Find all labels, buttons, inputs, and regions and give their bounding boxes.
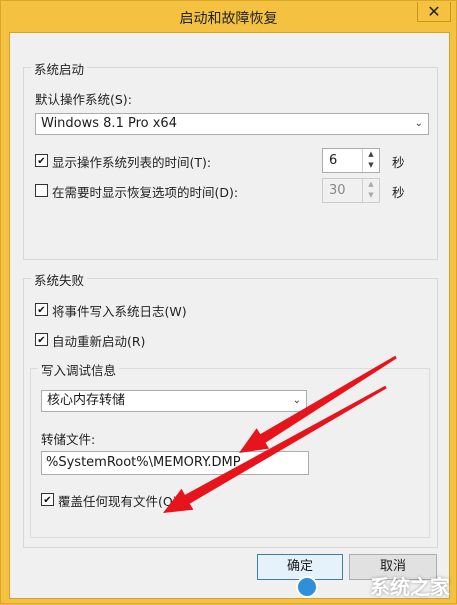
stepper-arrows-icon[interactable]: ▲ ▼	[362, 179, 379, 202]
show-recovery-seconds-value: 30	[329, 183, 346, 198]
debug-info-legend: 写入调试信息	[38, 360, 120, 379]
show-os-list-seconds-stepper[interactable]: 6 ▲ ▼	[322, 148, 380, 173]
watermark-logo-icon	[296, 576, 318, 598]
auto-restart-label: 自动重新启动(R)	[52, 334, 146, 349]
dialog-client-area: 系统启动 默认操作系统(S): Windows 8.1 Pro x64 ⌄ 显示…	[9, 32, 450, 599]
chevron-down-icon: ⌄	[292, 395, 301, 406]
show-os-list-unit: 秒	[392, 155, 405, 170]
title-bar[interactable]: 启动和故障恢复 ✕	[1, 1, 456, 32]
debug-info-group: 写入调试信息 核心内存转储 ⌄ 转储文件: %SystemRoot%\MEMOR…	[30, 360, 430, 538]
dialog-window: 启动和故障恢复 ✕ 系统启动 默认操作系统(S): Windows 8.1 Pr…	[0, 0, 457, 604]
dump-file-input[interactable]: %SystemRoot%\MEMORY.DMP	[41, 451, 309, 475]
show-recovery-checkbox[interactable]	[35, 184, 48, 197]
default-os-select[interactable]: Windows 8.1 Pro x64 ⌄	[35, 113, 429, 135]
system-failure-group: 系统失败 将事件写入系统日志(W) 自动重新启动(R) 写入调试信息 核心内存转…	[23, 270, 438, 548]
show-os-list-label: 显示操作系统列表的时间(T):	[52, 155, 212, 170]
dump-file-label: 转储文件:	[41, 432, 96, 447]
stepper-arrows-icon[interactable]: ▲ ▼	[362, 149, 379, 172]
default-os-value: Windows 8.1 Pro x64	[41, 116, 177, 131]
system-startup-legend: 系统启动	[31, 59, 88, 78]
show-recovery-unit: 秒	[392, 185, 405, 200]
debug-info-type-value: 核心内存转储	[47, 393, 126, 408]
overwrite-file-label: 覆盖任何现有文件(O)	[58, 494, 178, 509]
show-recovery-label: 在需要时显示恢复选项的时间(D):	[52, 185, 239, 200]
write-event-log-label: 将事件写入系统日志(W)	[52, 304, 187, 319]
watermark-text: 系统之家	[370, 575, 450, 599]
system-startup-group: 系统启动 默认操作系统(S): Windows 8.1 Pro x64 ⌄ 显示…	[23, 59, 438, 260]
watermark: 系统之家	[290, 573, 450, 601]
show-os-list-checkbox[interactable]	[35, 154, 48, 167]
default-os-label: 默认操作系统(S):	[35, 92, 132, 107]
write-event-log-checkbox[interactable]	[35, 303, 48, 316]
chevron-down-icon: ⌄	[414, 118, 423, 129]
dump-file-value: %SystemRoot%\MEMORY.DMP	[46, 455, 241, 470]
overwrite-file-checkbox[interactable]	[41, 493, 54, 506]
close-button[interactable]: ✕	[417, 2, 451, 22]
close-icon: ✕	[427, 2, 441, 21]
show-os-list-seconds-value: 6	[329, 153, 338, 168]
show-recovery-seconds-stepper[interactable]: 30 ▲ ▼	[322, 178, 380, 203]
debug-info-type-select[interactable]: 核心内存转储 ⌄	[41, 390, 307, 412]
system-failure-legend: 系统失败	[31, 270, 88, 289]
window-title: 启动和故障恢复	[179, 11, 278, 27]
auto-restart-checkbox[interactable]	[35, 333, 48, 346]
